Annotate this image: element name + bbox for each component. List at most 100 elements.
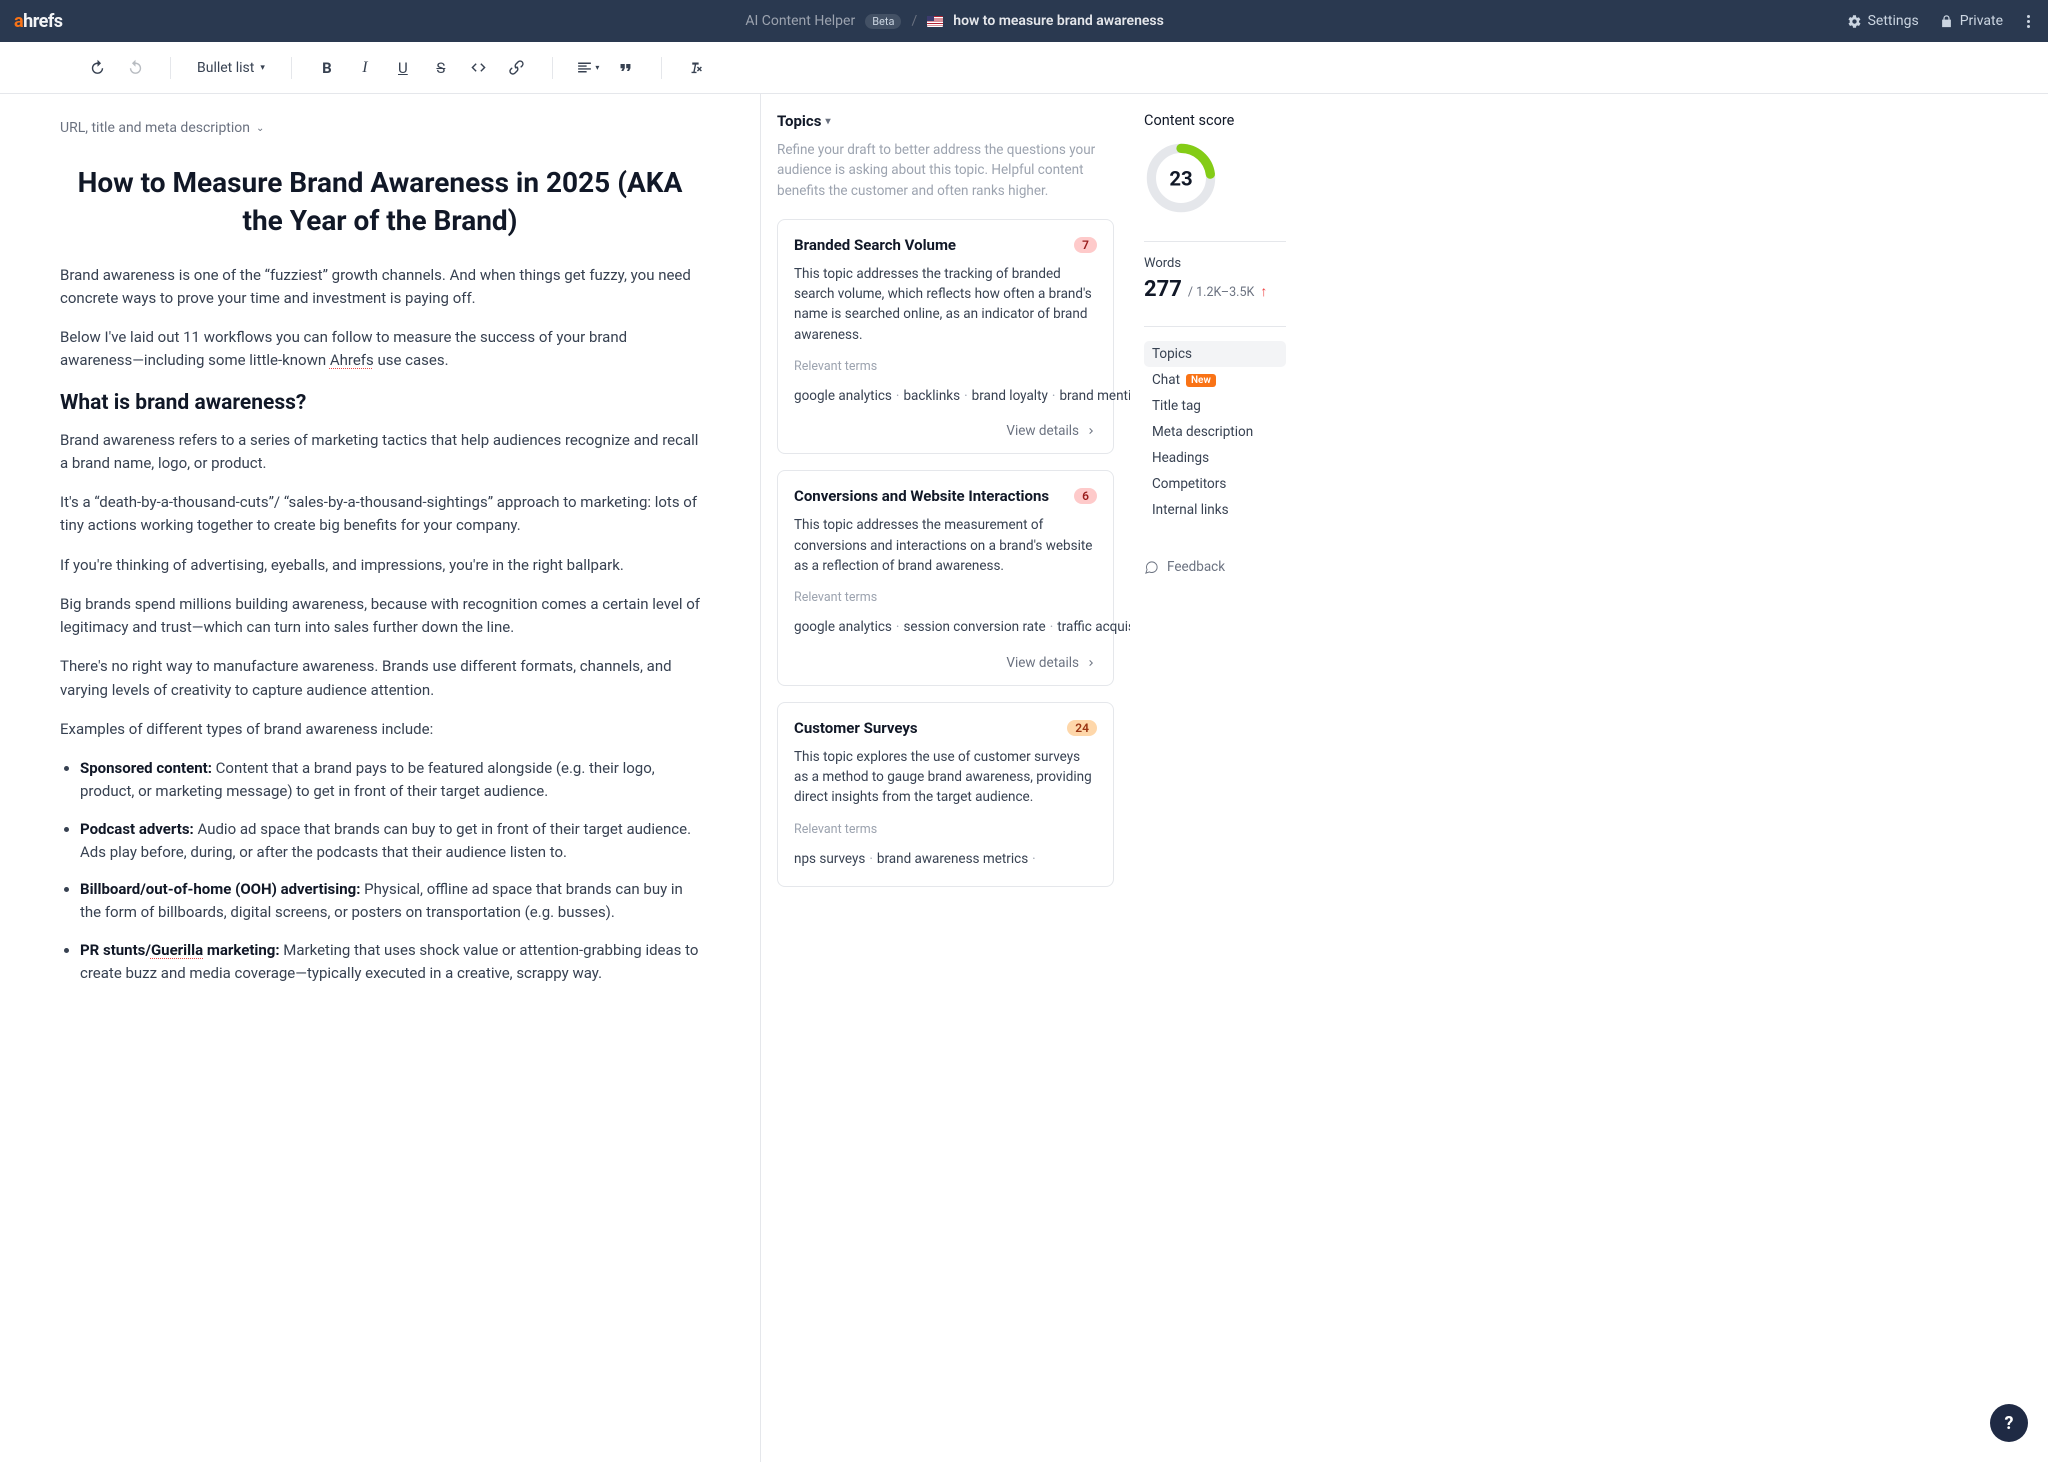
strike-icon: S bbox=[436, 59, 445, 77]
align-icon bbox=[576, 59, 593, 76]
term[interactable]: session conversion rate bbox=[903, 619, 1045, 635]
topics-desc: Refine your draft to better address the … bbox=[777, 140, 1114, 201]
feedback-button[interactable]: Feedback bbox=[1144, 559, 1286, 575]
topic-count-badge: 7 bbox=[1074, 237, 1097, 253]
doc-p[interactable]: Brand awareness refers to a series of ma… bbox=[60, 429, 700, 476]
terms-list: google analytics·backlinks·brand loyalty… bbox=[794, 384, 1097, 410]
view-details-button[interactable]: View details bbox=[794, 655, 1097, 671]
list-item[interactable]: PR stunts/Guerilla marketing: Marketing … bbox=[80, 939, 700, 986]
meta-toggle[interactable]: URL, title and meta description ⌄ bbox=[60, 120, 700, 136]
topic-title: Customer Surveys bbox=[794, 719, 918, 737]
underline-button[interactable]: U bbox=[386, 51, 420, 85]
relevant-terms-label: Relevant terms bbox=[794, 822, 1097, 837]
terms-list: google analytics·session conversion rate… bbox=[794, 615, 1097, 641]
doc-p[interactable]: Brand awareness is one of the “fuzziest”… bbox=[60, 264, 700, 311]
document-body[interactable]: How to Measure Brand Awareness in 2025 (… bbox=[60, 164, 700, 985]
term[interactable]: brand loyalty bbox=[972, 388, 1048, 404]
term[interactable]: brand mentions bbox=[1059, 388, 1130, 404]
chat-icon bbox=[1144, 560, 1159, 575]
topic-desc: This topic addresses the tracking of bra… bbox=[794, 264, 1097, 345]
topic-count-badge: 6 bbox=[1074, 488, 1097, 504]
code-button[interactable] bbox=[462, 51, 496, 85]
doc-title[interactable]: How to Measure Brand Awareness in 2025 (… bbox=[60, 164, 700, 240]
underline-icon: U bbox=[398, 59, 408, 77]
svg-text:23: 23 bbox=[1169, 166, 1192, 190]
italic-button[interactable]: I bbox=[348, 51, 382, 85]
topic-title: Conversions and Website Interactions bbox=[794, 487, 1049, 505]
term[interactable]: nps surveys bbox=[794, 851, 865, 867]
header-keyword: how to measure brand awareness bbox=[953, 13, 1164, 29]
topic-count-badge: 24 bbox=[1067, 720, 1097, 736]
chevron-right-icon bbox=[1085, 425, 1097, 437]
editor-toolbar: Bullet list▾ B I U S ▾ bbox=[0, 42, 2048, 94]
term[interactable]: google analytics bbox=[794, 619, 892, 635]
list-item[interactable]: Billboard/out-of-home (OOH) advertising:… bbox=[80, 878, 700, 925]
score-nav-item[interactable]: Competitors bbox=[1144, 471, 1286, 497]
bold-icon: B bbox=[322, 59, 332, 77]
topic-desc: This topic addresses the measurement of … bbox=[794, 515, 1097, 576]
score-nav-item[interactable]: Headings bbox=[1144, 445, 1286, 471]
terms-list: nps surveys·brand awareness metrics· bbox=[794, 847, 1097, 873]
header-breadcrumb: AI Content Helper Beta / how to measure … bbox=[75, 13, 1835, 29]
topic-title: Branded Search Volume bbox=[794, 236, 956, 254]
term[interactable]: google analytics bbox=[794, 388, 892, 404]
topic-card: Customer Surveys 24 This topic explores th… bbox=[777, 702, 1114, 887]
term[interactable]: traffic acquisition report bbox=[1057, 619, 1130, 635]
term[interactable]: backlinks bbox=[903, 388, 960, 404]
term[interactable]: brand awareness metrics bbox=[877, 851, 1028, 867]
list-item[interactable]: Sponsored content: Content that a brand … bbox=[80, 757, 700, 804]
doc-p[interactable]: If you're thinking of advertising, eyeba… bbox=[60, 554, 700, 577]
quote-button[interactable] bbox=[609, 51, 643, 85]
topic-desc: This topic explores the use of customer … bbox=[794, 747, 1097, 808]
score-nav-item[interactable]: Meta description bbox=[1144, 419, 1286, 445]
bold-button[interactable]: B bbox=[310, 51, 344, 85]
code-icon bbox=[470, 59, 487, 76]
flag-icon bbox=[927, 16, 943, 27]
topic-card: Conversions and Website Interactions 6 Thi… bbox=[777, 470, 1114, 685]
more-menu-button[interactable] bbox=[2023, 11, 2034, 32]
view-details-button[interactable]: View details bbox=[794, 423, 1097, 439]
words-label: Words bbox=[1144, 256, 1286, 271]
undo-button[interactable] bbox=[80, 51, 114, 85]
score-nav-item[interactable]: Topics bbox=[1144, 341, 1286, 367]
score-nav: TopicsChatNewTitle tagMeta descriptionHe… bbox=[1144, 341, 1286, 523]
score-ring: 23 bbox=[1144, 141, 1218, 215]
gear-icon bbox=[1847, 14, 1862, 29]
doc-p[interactable]: There's no right way to manufacture awar… bbox=[60, 655, 700, 702]
link-button[interactable] bbox=[500, 51, 534, 85]
redo-button[interactable] bbox=[118, 51, 152, 85]
up-arrow-icon: ↑ bbox=[1260, 283, 1267, 300]
list-item[interactable]: Podcast adverts: Audio ad space that bra… bbox=[80, 818, 700, 865]
doc-p[interactable]: Examples of different types of brand awa… bbox=[60, 718, 700, 741]
topics-panel: Topics▾ Refine your draft to better addr… bbox=[760, 94, 1130, 1462]
doc-p[interactable]: Big brands spend millions building aware… bbox=[60, 593, 700, 640]
lock-icon bbox=[1939, 14, 1954, 29]
clear-format-button[interactable] bbox=[680, 51, 714, 85]
relevant-terms-label: Relevant terms bbox=[794, 359, 1097, 374]
score-nav-item[interactable]: ChatNew bbox=[1144, 367, 1286, 393]
score-nav-item[interactable]: Title tag bbox=[1144, 393, 1286, 419]
editor-pane[interactable]: URL, title and meta description ⌄ How to… bbox=[0, 94, 760, 1462]
product-name: AI Content Helper bbox=[745, 13, 855, 29]
relevant-terms-label: Relevant terms bbox=[794, 590, 1097, 605]
score-nav-item[interactable]: Internal links bbox=[1144, 497, 1286, 523]
align-button[interactable]: ▾ bbox=[571, 51, 605, 85]
topic-card: Branded Search Volume 7 This topic address… bbox=[777, 219, 1114, 455]
redo-icon bbox=[127, 59, 144, 76]
settings-button[interactable]: Settings bbox=[1847, 13, 1919, 29]
strike-button[interactable]: S bbox=[424, 51, 458, 85]
doc-h2[interactable]: What is brand awareness? bbox=[60, 391, 700, 415]
words-row: 277 / 1.2K–3.5K ↑ bbox=[1144, 277, 1286, 302]
logo: ahrefs bbox=[14, 11, 63, 32]
help-fab[interactable]: ? bbox=[1990, 1404, 2028, 1442]
doc-p[interactable]: Below I've laid out 11 workflows you can… bbox=[60, 326, 700, 373]
doc-p[interactable]: It's a “death-by-a-thousand-cuts”/ “sale… bbox=[60, 491, 700, 538]
privacy-button[interactable]: Private bbox=[1939, 13, 2003, 29]
new-badge: New bbox=[1186, 374, 1216, 387]
score-panel: Content score 23 Words 277 / 1.2K–3.5K ↑… bbox=[1130, 94, 1300, 1462]
score-title: Content score bbox=[1144, 112, 1286, 129]
italic-icon: I bbox=[362, 59, 367, 77]
topics-header[interactable]: Topics▾ bbox=[777, 112, 1114, 130]
clear-format-icon bbox=[688, 59, 705, 76]
list-style-dropdown[interactable]: Bullet list▾ bbox=[189, 51, 273, 85]
